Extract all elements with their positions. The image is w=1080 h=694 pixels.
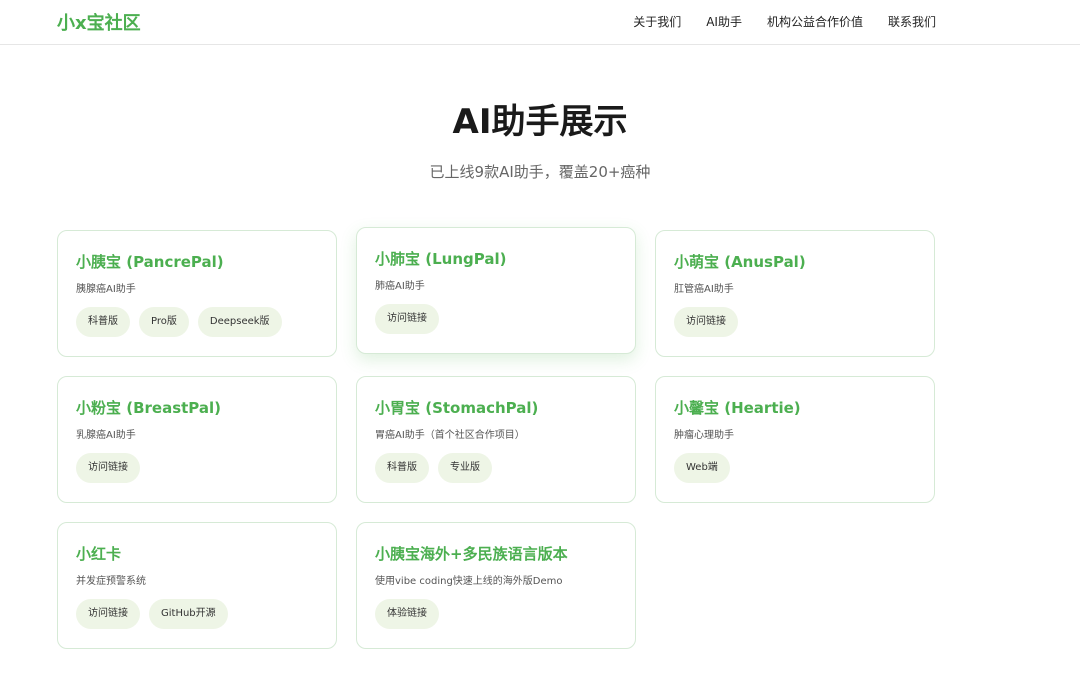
card-title: 小粉宝 (BreastPal) (76, 399, 222, 417)
card-title: 小馨宝 (Heartie) (674, 399, 801, 417)
card-description: 肛管癌AI助手 (674, 284, 734, 295)
link-chip[interactable]: 体验链接 (375, 599, 439, 629)
link-chip[interactable]: 访问链接 (76, 599, 140, 629)
assistant-card: 小胰宝海外+多民族语言版本 使用vibe coding快速上线的海外版Demo … (356, 522, 636, 649)
nav-link-contact[interactable]: 联系我们 (888, 13, 936, 30)
card-description: 乳腺癌AI助手 (76, 430, 136, 441)
card-title: 小胰宝海外+多民族语言版本 (375, 545, 568, 563)
card-title: 小肺宝 (LungPal) (375, 250, 507, 268)
card-title: 小胃宝 (StomachPal) (375, 399, 539, 417)
link-chip[interactable]: Web端 (674, 453, 730, 483)
top-navbar: 小x宝社区 关于我们 AI助手 机构公益合作价值 联系我们 (0, 0, 1080, 45)
card-description: 并发症预警系统 (76, 576, 146, 587)
card-title: 小胰宝 (PancrePal) (76, 253, 224, 271)
link-chip[interactable]: Pro版 (139, 307, 189, 337)
card-description: 肺癌AI助手 (375, 281, 425, 292)
link-chip[interactable]: 科普版 (375, 453, 429, 483)
nav-link-about[interactable]: 关于我们 (633, 13, 681, 30)
assistant-card: 小肺宝 (LungPal) 肺癌AI助手 访问链接 (356, 227, 636, 354)
card-title: 小萌宝 (AnusPal) (674, 253, 806, 271)
link-chip[interactable]: GitHub开源 (149, 599, 228, 629)
card-title: 小红卡 (76, 545, 122, 563)
link-chip[interactable]: Deepseek版 (197, 307, 282, 337)
assistant-card: 小萌宝 (AnusPal) 肛管癌AI助手 访问链接 (655, 230, 935, 357)
card-description: 使用vibe coding快速上线的海外版Demo (375, 576, 563, 587)
link-chip[interactable]: 科普版 (76, 307, 130, 337)
assistant-card: 小胰宝 (PancrePal) 胰腺癌AI助手 科普版 Pro版 Deepsee… (57, 230, 337, 357)
card-description: 肿瘤心理助手 (674, 430, 734, 441)
page-title: AI助手展示 (452, 102, 628, 142)
link-chip[interactable]: 访问链接 (76, 453, 140, 483)
assistant-card: 小馨宝 (Heartie) 肿瘤心理助手 Web端 (655, 376, 935, 503)
card-description: 胃癌AI助手（首个社区合作项目） (375, 430, 525, 441)
nav-link-ai-assistants[interactable]: AI助手 (706, 13, 742, 30)
site-logo[interactable]: 小x宝社区 (57, 9, 141, 35)
assistant-card: 小红卡 并发症预警系统 访问链接 GitHub开源 (57, 522, 337, 649)
nav-links: 关于我们 AI助手 机构公益合作价值 联系我们 (633, 13, 936, 30)
page-subtitle: 已上线9款AI助手，覆盖20+癌种 (429, 163, 651, 181)
assistant-card-grid: 小胰宝 (PancrePal) 胰腺癌AI助手 科普版 Pro版 Deepsee… (57, 227, 935, 649)
link-chip[interactable]: 访问链接 (375, 304, 439, 334)
link-chip[interactable]: 访问链接 (674, 307, 738, 337)
card-description: 胰腺癌AI助手 (76, 284, 136, 295)
nav-link-partnership-value[interactable]: 机构公益合作价值 (767, 13, 863, 30)
assistant-card: 小胃宝 (StomachPal) 胃癌AI助手（首个社区合作项目） 科普版 专业… (356, 376, 636, 503)
link-chip[interactable]: 专业版 (438, 453, 492, 483)
assistant-card: 小粉宝 (BreastPal) 乳腺癌AI助手 访问链接 (57, 376, 337, 503)
